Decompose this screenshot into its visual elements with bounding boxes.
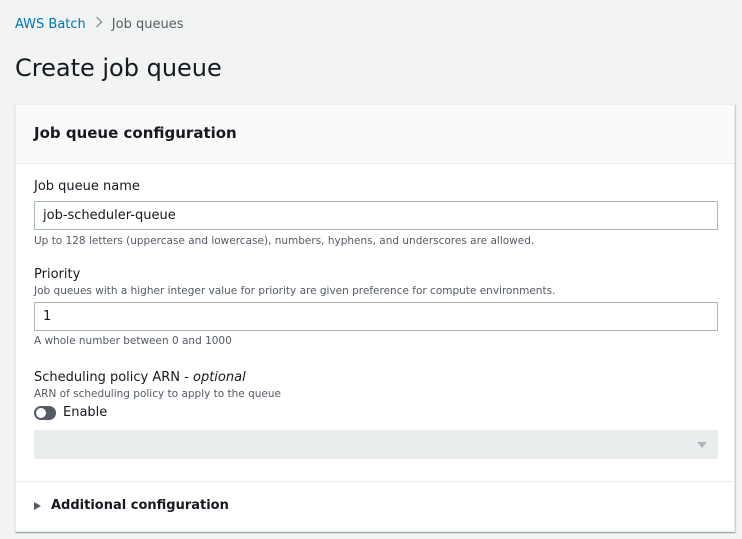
job-queue-name-constraint: Up to 128 letters (uppercase and lowerca… <box>34 235 535 247</box>
breadcrumb-link-aws-batch[interactable]: AWS Batch <box>15 17 86 32</box>
scheduling-policy-label-text: Scheduling policy ARN <box>34 370 181 385</box>
scheduling-policy-select <box>34 430 718 459</box>
divider <box>16 481 734 482</box>
priority-input[interactable]: 1 <box>34 302 718 331</box>
scheduling-policy-description: ARN of scheduling policy to apply to the… <box>34 388 282 400</box>
caret-right-icon <box>34 501 41 510</box>
enable-toggle-label: Enable <box>63 405 108 420</box>
priority-field: Priority Job queues with a higher intege… <box>34 267 718 347</box>
scheduling-policy-label: Scheduling policy ARN - optional <box>34 370 246 385</box>
breadcrumb: AWS Batch Job queues <box>15 16 183 32</box>
enable-toggle[interactable] <box>34 405 56 420</box>
priority-description: Job queues with a higher integer value f… <box>34 285 556 297</box>
priority-value: 1 <box>43 309 52 324</box>
chevron-right-icon <box>95 16 103 32</box>
panel-header: Job queue configuration <box>16 105 734 164</box>
breadcrumb-current-job-queues: Job queues <box>111 16 184 32</box>
priority-constraint: A whole number between 0 and 1000 <box>34 335 232 347</box>
page-title: Create job queue <box>15 54 222 82</box>
priority-label: Priority <box>34 267 81 282</box>
job-queue-configuration-panel: Job queue configuration Job queue name j… <box>15 104 735 532</box>
caret-down-icon <box>697 442 707 448</box>
panel-title: Job queue configuration <box>34 124 237 142</box>
optional-label: optional <box>193 370 246 385</box>
toggle-knob <box>36 407 46 418</box>
enable-toggle-row: Enable <box>34 405 718 420</box>
job-queue-name-label: Job queue name <box>34 179 140 194</box>
job-queue-name-field: Job queue name job-scheduler-queue Up to… <box>34 179 718 247</box>
scheduling-policy-field: Scheduling policy ARN - optional ARN of … <box>34 370 718 459</box>
job-queue-name-input[interactable]: job-scheduler-queue <box>34 201 718 230</box>
additional-configuration-expander[interactable]: Additional configuration <box>34 498 229 513</box>
additional-configuration-label: Additional configuration <box>51 498 229 513</box>
job-queue-name-value: job-scheduler-queue <box>43 208 176 223</box>
